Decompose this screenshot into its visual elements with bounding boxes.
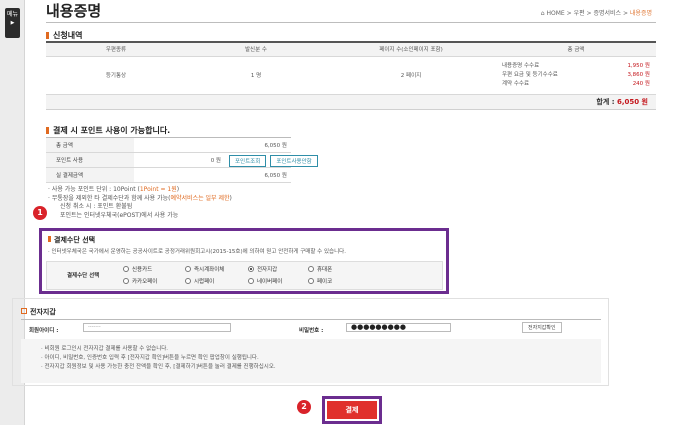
table-row: 총 금액 6,050 원	[46, 137, 291, 153]
point-lookup-button[interactable]: 포인트조회	[229, 155, 267, 167]
page-title: 내용증명	[46, 2, 102, 20]
points-notes: · 사용 가능 포인트 단위 : 10Point (1Point = 1원) ·…	[48, 186, 232, 220]
wallet-title: 전자지갑	[21, 307, 56, 317]
wallet-divider	[21, 319, 601, 320]
points-section-title: 결제 시 포인트 사용이 가능합니다.	[46, 125, 170, 136]
payment-method-label: 결제수단 선택	[67, 273, 100, 279]
total-row: 합계 : 6,050 원	[46, 95, 656, 110]
title-divider	[46, 22, 656, 23]
pay-button[interactable]: 결제	[327, 401, 377, 419]
radio-icon[interactable]	[123, 278, 129, 284]
points-label: 포인트 사용	[46, 152, 134, 168]
fee-value: 3,860 원	[627, 71, 650, 78]
password-input[interactable]: ●●●●●●●●●	[346, 323, 451, 332]
application-section-title: 신청내역	[46, 30, 82, 41]
payment-note: · 인터넷우체국은 국가에서 운영하는 공공사이트로 공정거래위원회고시(201…	[48, 249, 346, 255]
wallet-confirm-button[interactable]: 전자지갑확인	[522, 322, 562, 333]
chevron-right-icon: ▶	[10, 20, 15, 26]
info-item: · 아이디, 비밀번호, 인증번호 입력 후 [전자지갑 확인]버튼을 누르면 …	[41, 355, 259, 361]
fee-name: 내용증명 수수료	[502, 62, 540, 69]
info-item: · 비회원 로그인시 전자지갑 결제를 사용할 수 없습니다.	[41, 346, 169, 352]
side-menu-tab[interactable]: 메뉴 ▶	[5, 8, 20, 38]
option-mobile-phone[interactable]: 휴대폰	[308, 265, 332, 273]
cell-type: 등기통상	[46, 56, 186, 95]
application-table: 우편종류 발신분 수 페이지 수(소인페이지 포함) 총 금액 등기통상 1 명…	[46, 41, 656, 95]
table-row: 등기통상 1 명 2 페이지 내용증명 수수료 1,950 원 우편 요금 및 등…	[46, 56, 656, 95]
col-header: 발신분 수	[186, 42, 326, 57]
annotation-badge-2: 2	[297, 400, 311, 414]
breadcrumb: ⌂ HOME > 우편 > 증명서비스 > 내용증명	[540, 10, 652, 17]
wallet-info: · 비회원 로그인시 전자지갑 결제를 사용할 수 없습니다. · 아이디, 비…	[21, 339, 601, 383]
note-item: 신청 취소 시 : 포인트 환불됨	[60, 203, 133, 210]
note-item: 포인트는 인터넷우체국(ePOST)에서 사용 가능	[60, 211, 179, 219]
option-syrup-pay[interactable]: 시럽페이	[185, 277, 214, 285]
payment-method-highlight: 결제수단 선택 · 인터넷우체국은 국가에서 운영하는 공공사이트로 공정거래위…	[39, 228, 449, 294]
payment-section-title: 결제수단 선택	[48, 235, 95, 245]
e-wallet-panel: 전자지갑 회원아이디 : ------- 비밀번호 : ●●●●●●●●● 전자…	[12, 298, 609, 386]
fee-value: 1,950 원	[627, 62, 650, 69]
breadcrumb-home[interactable]: HOME	[547, 10, 565, 17]
radio-icon[interactable]	[248, 278, 254, 284]
option-e-wallet[interactable]: 전자지갑	[248, 265, 277, 273]
radio-icon[interactable]	[308, 266, 314, 272]
points-buttons: 포인트조회 포인트사용안함	[229, 155, 318, 167]
breadcrumb-item-1[interactable]: 우편	[574, 10, 585, 17]
points-value: 6,050 원	[134, 137, 291, 153]
note-item: · 무통장을 제외한 타 결제수단과 함께 사용 가능(예약서비스는 일부 제한…	[48, 194, 232, 202]
annotation-badge-1: 1	[33, 206, 47, 220]
cell-pages: 2 페이지	[326, 56, 496, 95]
password-label: 비밀번호 :	[299, 328, 324, 334]
table-row: 실 결제금액 6,050 원	[46, 167, 291, 183]
option-kakaopay[interactable]: 카카오페이	[123, 277, 157, 285]
fee-breakdown: 내용증명 수수료 1,950 원 우편 요금 및 등기수수료 3,860 원 계약 …	[496, 56, 656, 95]
breadcrumb-item-2[interactable]: 증명서비스	[593, 10, 621, 17]
points-value: 6,050 원	[134, 167, 291, 183]
total-value: 6,050 원	[616, 98, 648, 106]
radio-selected-icon[interactable]	[248, 266, 254, 272]
side-menu-tab-label: 메뉴	[6, 11, 19, 18]
option-naver-pay[interactable]: 네이버페이	[248, 277, 282, 285]
radio-icon[interactable]	[185, 278, 191, 284]
radio-icon[interactable]	[123, 266, 129, 272]
col-header: 페이지 수(소인페이지 포함)	[326, 42, 496, 57]
points-label: 실 결제금액	[46, 167, 134, 183]
radio-icon[interactable]	[185, 266, 191, 272]
pay-button-highlight: 결제	[322, 396, 382, 424]
home-icon: ⌂	[540, 10, 545, 17]
payment-method-panel: 결제수단 선택 신용카드 즉시계좌이체 전자지갑 휴대폰 카카오페이 시럽페이 …	[46, 261, 443, 290]
breadcrumb-current: 내용증명	[629, 10, 652, 17]
info-item: · 전자지갑 회원정보 및 사용 가능한 충전 잔액을 확인 후, [결제하기]…	[41, 364, 276, 370]
point-no-use-button[interactable]: 포인트사용안함	[270, 155, 318, 167]
radio-icon[interactable]	[308, 278, 314, 284]
member-id-label: 회원아이디 :	[29, 328, 59, 334]
note-item: · 사용 가능 포인트 단위 : 10Point (1Point = 1원)	[48, 186, 180, 193]
points-label: 총 금액	[46, 137, 134, 153]
option-credit-card[interactable]: 신용카드	[123, 265, 152, 273]
member-id-input[interactable]: -------	[83, 323, 231, 332]
cell-count: 1 명	[186, 56, 326, 95]
fee-value: 240 원	[632, 80, 650, 87]
option-bank-transfer[interactable]: 즉시계좌이체	[185, 265, 224, 273]
fee-name: 우편 요금 및 등기수수료	[502, 71, 558, 78]
total-label: 합계 :	[596, 98, 615, 106]
option-payco[interactable]: 페이코	[308, 277, 332, 285]
col-header: 총 금액	[496, 42, 656, 57]
col-header: 우편종류	[46, 42, 186, 57]
fee-name: 계약 수수료	[502, 80, 530, 87]
